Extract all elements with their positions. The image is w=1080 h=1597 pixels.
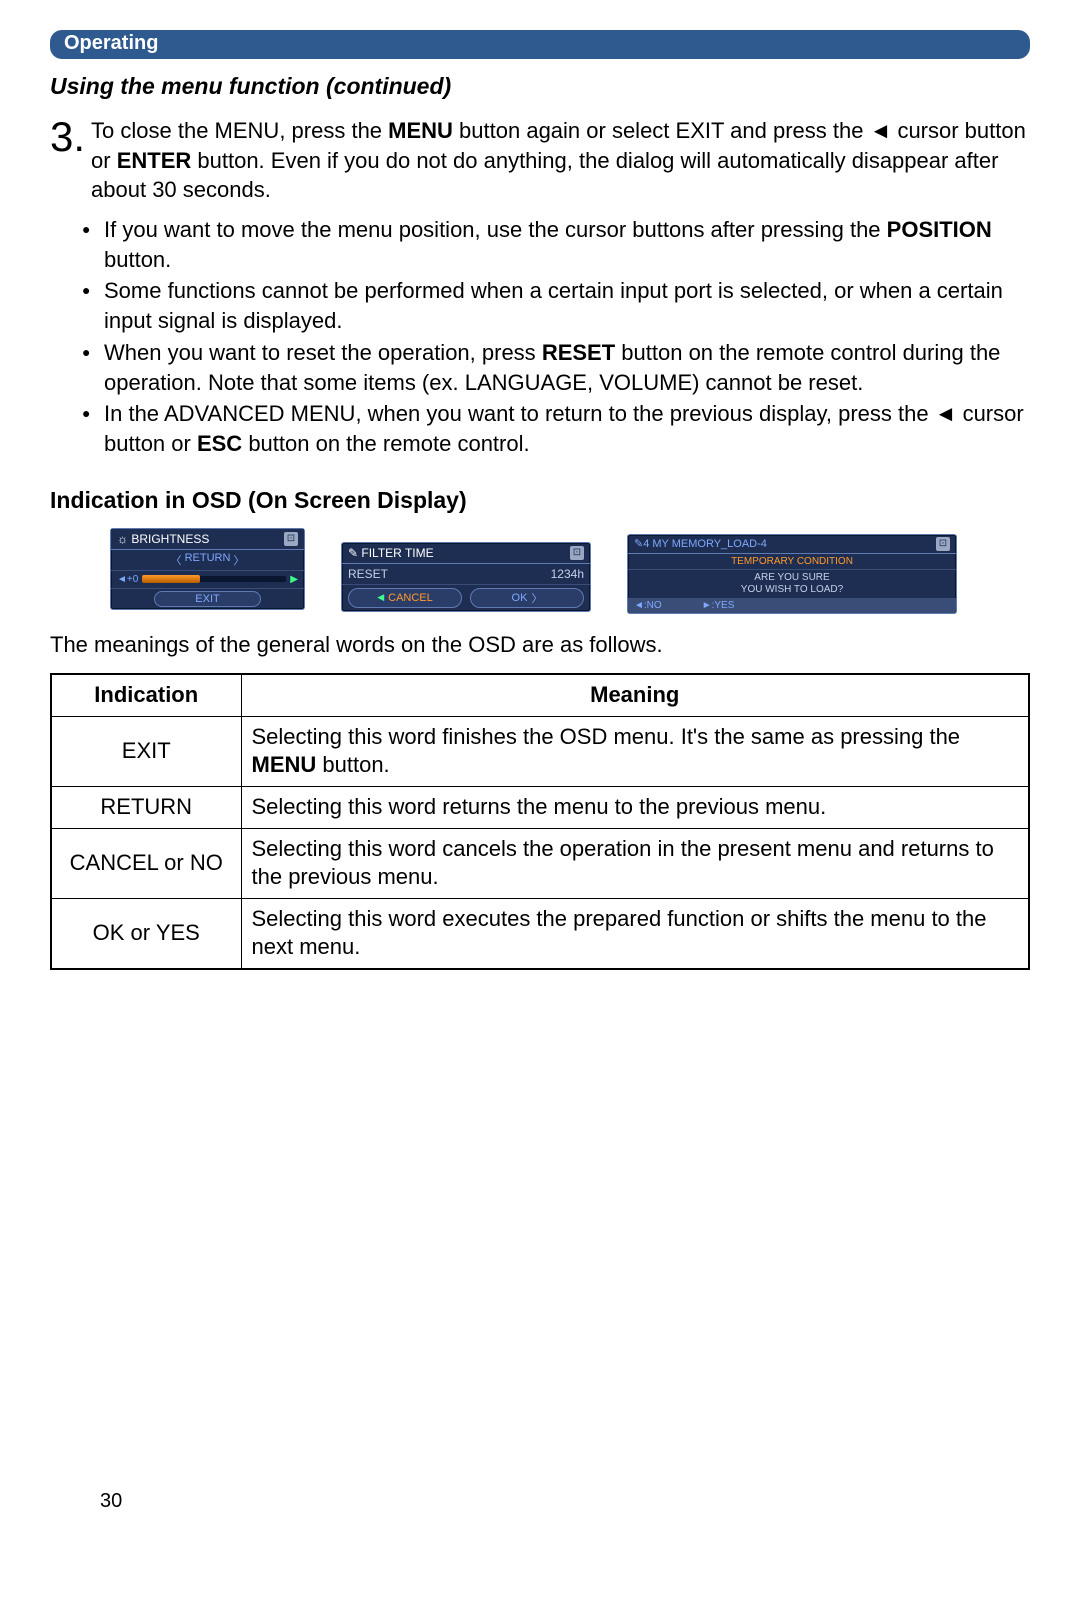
subtitle: Using the menu function (continued): [50, 73, 1030, 100]
table-row: RETURN Selecting this word returns the m…: [51, 787, 1029, 829]
text: To close the MENU, press the: [91, 118, 388, 143]
text: If you want to move the menu position, u…: [104, 217, 887, 242]
meaning-cell: Selecting this word finishes the OSD men…: [241, 716, 1029, 786]
meaning-cell: Selecting this word executes the prepare…: [241, 898, 1029, 969]
temp-condition-label: TEMPORARY CONDITION: [628, 554, 956, 570]
meaning-cell: Selecting this word cancels the operatio…: [241, 828, 1029, 898]
hours-value: 1234h: [551, 567, 584, 581]
brightness-slider: [142, 576, 286, 582]
menu-bold: MENU: [388, 118, 453, 143]
lead-text: The meanings of the general words on the…: [50, 630, 1030, 660]
osd-filter-panel: ✎ FILTER TIME ⊡ RESET 1234h ◀CANCEL OK〉: [341, 542, 591, 612]
osd-exit-button: EXIT: [154, 591, 260, 607]
triangle-left-icon: ◀: [377, 592, 384, 603]
col-meaning: Meaning: [241, 674, 1029, 716]
meanings-table: Indication Meaning EXIT Selecting this w…: [50, 673, 1030, 970]
indication-cell: EXIT: [51, 716, 241, 786]
step-body: To close the MENU, press the MENU button…: [91, 116, 1030, 205]
step-3: 3. To close the MENU, press the MENU but…: [50, 116, 1030, 205]
col-indication: Indication: [51, 674, 241, 716]
yes-option: ►:YES: [702, 600, 735, 611]
close-icon: ⊡: [284, 532, 298, 546]
osd-memory-title: ✎4 MY MEMORY_LOAD-4: [634, 537, 767, 551]
indication-cell: OK or YES: [51, 898, 241, 969]
osd-brightness-panel: ☼ BRIGHTNESS ⊡ 〈 RETURN 〉 ◄+0 ▶ EXIT: [110, 528, 305, 610]
close-icon: ⊡: [936, 537, 950, 551]
osd-memory-panel: ✎4 MY MEMORY_LOAD-4 ⊡ TEMPORARY CONDITIO…: [627, 534, 957, 614]
arrow-right-icon: ▶: [290, 574, 298, 585]
bullet-item: If you want to move the menu position, u…: [82, 215, 1030, 274]
indication-cell: RETURN: [51, 787, 241, 829]
osd-heading: Indication in OSD (On Screen Display): [50, 487, 1030, 514]
text: Some functions cannot be performed when …: [104, 278, 1003, 333]
text: When you want to reset the operation, pr…: [104, 340, 542, 365]
text: button on the remote control.: [242, 431, 529, 456]
text: button. Even if you do not do anything, …: [91, 148, 998, 203]
step-number: 3.: [50, 116, 85, 205]
page-number: 30: [100, 1490, 122, 1513]
bold: RESET: [542, 340, 615, 365]
enter-bold: ENTER: [117, 148, 192, 173]
indication-cell: CANCEL or NO: [51, 828, 241, 898]
arrow-left-icon: ◄+0: [117, 574, 138, 585]
osd-filter-title: ✎ FILTER TIME: [348, 546, 434, 560]
section-bar: Operating: [50, 30, 1030, 59]
text: button.: [104, 247, 171, 272]
table-row: OK or YES Selecting this word executes t…: [51, 898, 1029, 969]
bullet-list: If you want to move the menu position, u…: [82, 215, 1030, 459]
bullet-item: Some functions cannot be performed when …: [82, 276, 1030, 335]
no-option: ◄:NO: [634, 600, 662, 611]
bullet-item: When you want to reset the operation, pr…: [82, 338, 1030, 397]
table-row: CANCEL or NO Selecting this word cancels…: [51, 828, 1029, 898]
close-icon: ⊡: [570, 546, 584, 560]
osd-screenshots: ☼ BRIGHTNESS ⊡ 〈 RETURN 〉 ◄+0 ▶ EXIT ✎ F…: [110, 528, 1030, 614]
table-row: EXIT Selecting this word finishes the OS…: [51, 716, 1029, 786]
bullet-item: In the ADVANCED MENU, when you want to r…: [82, 399, 1030, 458]
confirm-text: ARE YOU SUREYOU WISH TO LOAD?: [628, 570, 956, 598]
osd-return-label: RETURN: [185, 552, 231, 568]
reset-label: RESET: [348, 567, 388, 581]
bold: ESC: [197, 431, 242, 456]
cancel-button: ◀CANCEL: [348, 588, 462, 608]
meaning-cell: Selecting this word returns the menu to …: [241, 787, 1029, 829]
osd-brightness-title: ☼ BRIGHTNESS: [117, 532, 209, 546]
bold: POSITION: [887, 217, 992, 242]
ok-button: OK〉: [470, 588, 584, 608]
